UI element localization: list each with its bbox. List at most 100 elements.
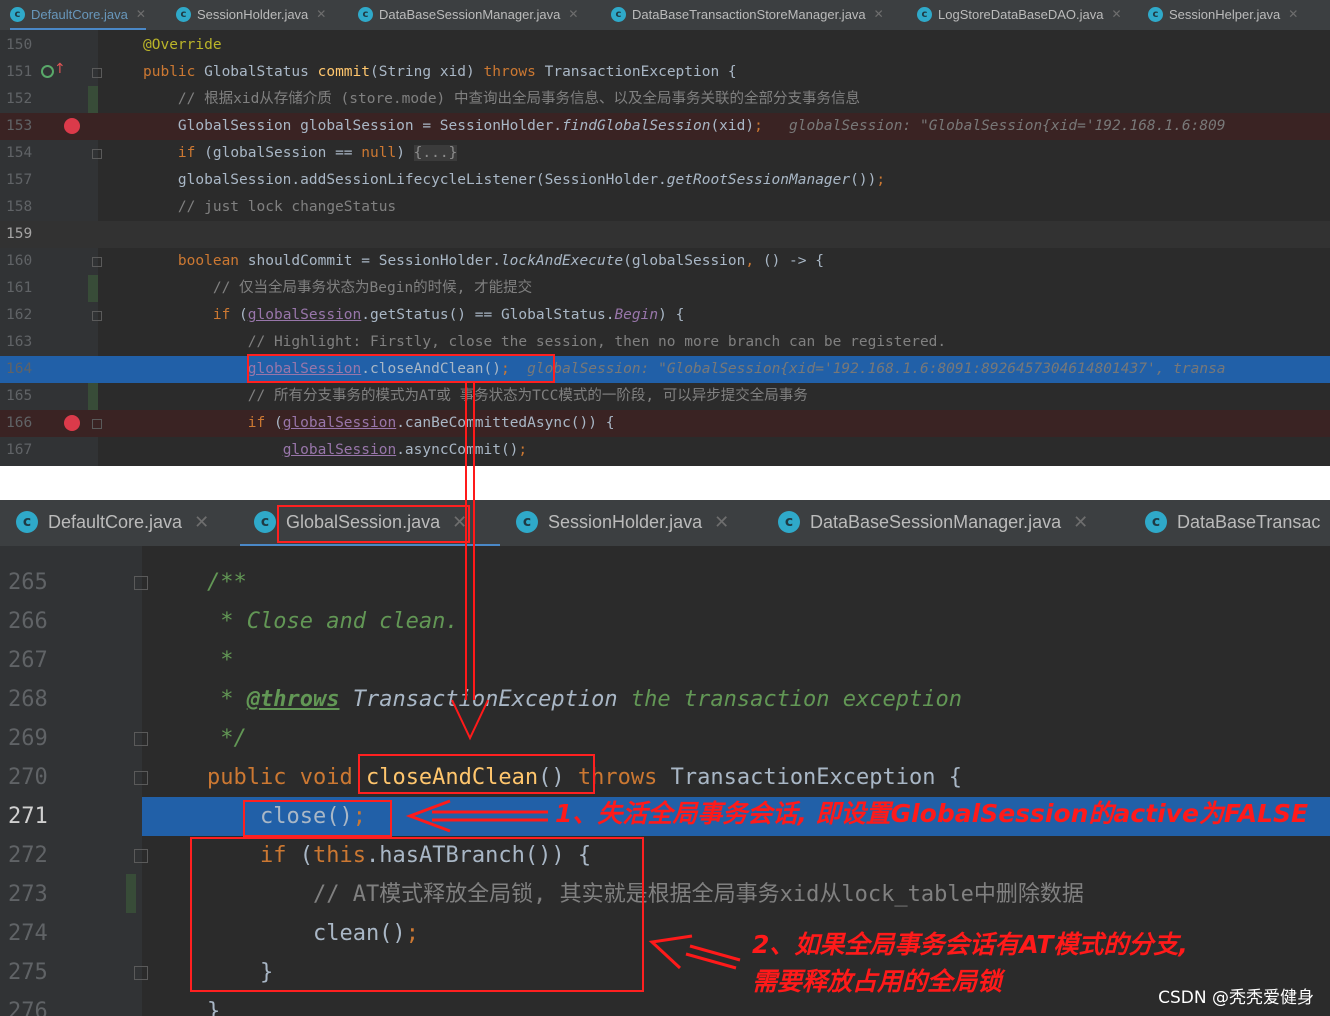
class-icon: c xyxy=(917,6,932,22)
line-number: 158 xyxy=(6,199,33,215)
code-line[interactable]: 266 * Close and clean. xyxy=(0,602,1330,641)
code-token: (globalSession xyxy=(623,253,746,269)
fold-icon[interactable] xyxy=(134,576,148,590)
code-token: TransactionException { xyxy=(670,765,963,790)
code-token: public xyxy=(207,765,300,790)
close-tab-icon[interactable]: ✕ xyxy=(194,512,209,533)
close-tab-icon[interactable]: ✕ xyxy=(316,7,326,21)
fold-icon[interactable] xyxy=(134,732,148,746)
tab-sessionholder[interactable]: c SessionHolder.java ✕ xyxy=(516,500,729,544)
code-token: */ xyxy=(207,726,247,751)
code-line[interactable]: 153 GlobalSession globalSession = Sessio… xyxy=(0,113,1330,140)
close-tab-icon[interactable]: ✕ xyxy=(1073,512,1088,533)
close-tab-icon[interactable]: ✕ xyxy=(568,7,578,21)
code-token: (globalSession == xyxy=(204,145,362,161)
tab-defaultcore[interactable]: c DefaultCore.java ✕ xyxy=(16,500,209,544)
code-token: ) xyxy=(396,145,414,161)
close-tab-icon[interactable]: ✕ xyxy=(874,7,884,21)
code-line[interactable]: 276} xyxy=(0,992,1330,1016)
highlight-box-if-block xyxy=(190,837,644,992)
implement-method-icon[interactable] xyxy=(41,65,54,78)
code-line[interactable]: 159 xyxy=(0,221,1330,248)
code-line[interactable]: 158 // just lock changeStatus xyxy=(0,194,1330,221)
line-number: 151 xyxy=(6,64,33,80)
highlight-box-closeandclean-call xyxy=(247,354,555,383)
line-number: 152 xyxy=(6,91,33,107)
code-line[interactable]: 265 /** xyxy=(0,563,1330,602)
code-token: .canBeCommittedAsync()) { xyxy=(396,415,615,431)
tab-defaultcore[interactable]: c DefaultCore.java ✕ xyxy=(10,0,146,30)
class-icon: c xyxy=(611,6,626,22)
code-line[interactable]: 167 globalSession.asyncCommit(); xyxy=(0,437,1330,464)
highlight-box-close-call xyxy=(243,800,392,837)
fold-icon[interactable] xyxy=(134,849,148,863)
breakpoint-icon[interactable] xyxy=(64,118,80,134)
close-tab-icon[interactable]: ✕ xyxy=(714,512,729,533)
fold-icon[interactable] xyxy=(134,771,148,785)
code-token: globalSession: "GlobalSession{xid='192.1… xyxy=(509,361,1226,377)
class-icon: c xyxy=(10,6,25,22)
code-token: ) { xyxy=(658,307,685,323)
line-number: 167 xyxy=(6,442,33,458)
code-token: GlobalSession globalSession = SessionHol… xyxy=(143,118,563,134)
top-editor-panel: c DefaultCore.java ✕ c SessionHolder.java ✕ … xyxy=(0,0,1330,466)
fold-icon[interactable] xyxy=(92,311,102,321)
class-icon: c xyxy=(1145,511,1167,533)
line-number: 163 xyxy=(6,334,33,350)
fold-icon[interactable] xyxy=(92,257,102,267)
code-line[interactable]: 164 globalSession.closeAndClean(); globa… xyxy=(0,356,1330,383)
code-line[interactable]: 269 */ xyxy=(0,719,1330,758)
code-line[interactable]: 166 if (globalSession.canBeCommittedAsyn… xyxy=(0,410,1330,437)
code-line[interactable]: 268 * @throws TransactionException the t… xyxy=(0,680,1330,719)
close-tab-icon[interactable]: ✕ xyxy=(1288,7,1298,21)
code-line[interactable]: 270 public void closeAndClean() throws Tr… xyxy=(0,758,1330,797)
code-line[interactable]: 160 boolean shouldCommit = SessionHolder… xyxy=(0,248,1330,275)
tab-databasesessionmanager[interactable]: c DataBaseSessionManager.java ✕ xyxy=(778,500,1088,544)
fold-icon[interactable] xyxy=(134,966,148,980)
fold-icon[interactable] xyxy=(92,419,102,429)
close-tab-icon[interactable]: ✕ xyxy=(136,7,146,21)
arrow-up-icon[interactable]: ↑ xyxy=(54,61,66,77)
vcs-change-marker xyxy=(88,383,98,410)
code-line[interactable]: 151 public GlobalStatus commit(String xid… xyxy=(0,59,1330,86)
code-line[interactable]: 150 @Override xyxy=(0,32,1330,59)
fold-icon[interactable] xyxy=(92,149,102,159)
tab-sessionholder[interactable]: c SessionHolder.java ✕ xyxy=(176,0,326,28)
tab-sessionhelper[interactable]: c SessionHelper.java ✕ xyxy=(1148,0,1298,28)
line-number: 150 xyxy=(6,37,33,53)
tab-databasesessionmanager[interactable]: c DataBaseSessionManager.java ✕ xyxy=(358,0,578,28)
code-line[interactable]: 267 * xyxy=(0,641,1330,680)
line-number: 266 xyxy=(8,609,48,634)
code-token: // Highlight: Firstly, close the session… xyxy=(143,334,947,350)
line-number: 271 xyxy=(8,804,48,829)
code-token: {...} xyxy=(413,145,458,161)
code-line[interactable]: 157 globalSession.addSessionLifecycleLis… xyxy=(0,167,1330,194)
code-token: ()) xyxy=(850,172,877,188)
code-text: // 仅当全局事务状态为Begin的时候, 才能提交 xyxy=(143,275,532,302)
line-number: 160 xyxy=(6,253,33,269)
line-number: 161 xyxy=(6,280,33,296)
fold-icon[interactable] xyxy=(92,68,102,78)
code-line[interactable]: 165 // 所有分支事务的模式为AT或 事务状态为TCC模式的一阶段, 可以异… xyxy=(0,383,1330,410)
tab-logstoredatabasedao[interactable]: c LogStoreDataBaseDAO.java ✕ xyxy=(917,0,1122,28)
code-token: (xid) xyxy=(710,118,755,134)
code-line[interactable]: 162 if (globalSession.getStatus() == Glo… xyxy=(0,302,1330,329)
code-token: // 所有分支事务的模式为AT或 事务状态为TCC模式的一阶段, 可以异步提交全… xyxy=(143,388,808,404)
breakpoint-icon[interactable] xyxy=(64,415,80,431)
line-number: 265 xyxy=(8,570,48,595)
tab-databasetransactionstoremanager[interactable]: c DataBaseTransactionStoreManager.java ✕ xyxy=(611,0,884,28)
code-line[interactable]: 154 if (globalSession == null) {...} xyxy=(0,140,1330,167)
close-tab-icon[interactable]: ✕ xyxy=(1111,7,1121,21)
code-line[interactable]: 163 // Highlight: Firstly, close the ses… xyxy=(0,329,1330,356)
code-line[interactable]: 152 // 根据xid从存储介质 (store.mode) 中查询出全局事务信… xyxy=(0,86,1330,113)
class-icon: c xyxy=(516,511,538,533)
line-number: 275 xyxy=(8,960,48,985)
tab-databasetransac[interactable]: c DataBaseTransac xyxy=(1145,500,1320,544)
code-token: if xyxy=(247,415,274,431)
annotation-1: 1、失活全局事务会话, 即设置GlobalSession的active为FALS… xyxy=(555,799,1309,828)
code-token: (String xid) xyxy=(370,64,484,80)
code-line[interactable]: 161 // 仅当全局事务状态为Begin的时候, 才能提交 xyxy=(0,275,1330,302)
line-number: 276 xyxy=(8,999,48,1016)
